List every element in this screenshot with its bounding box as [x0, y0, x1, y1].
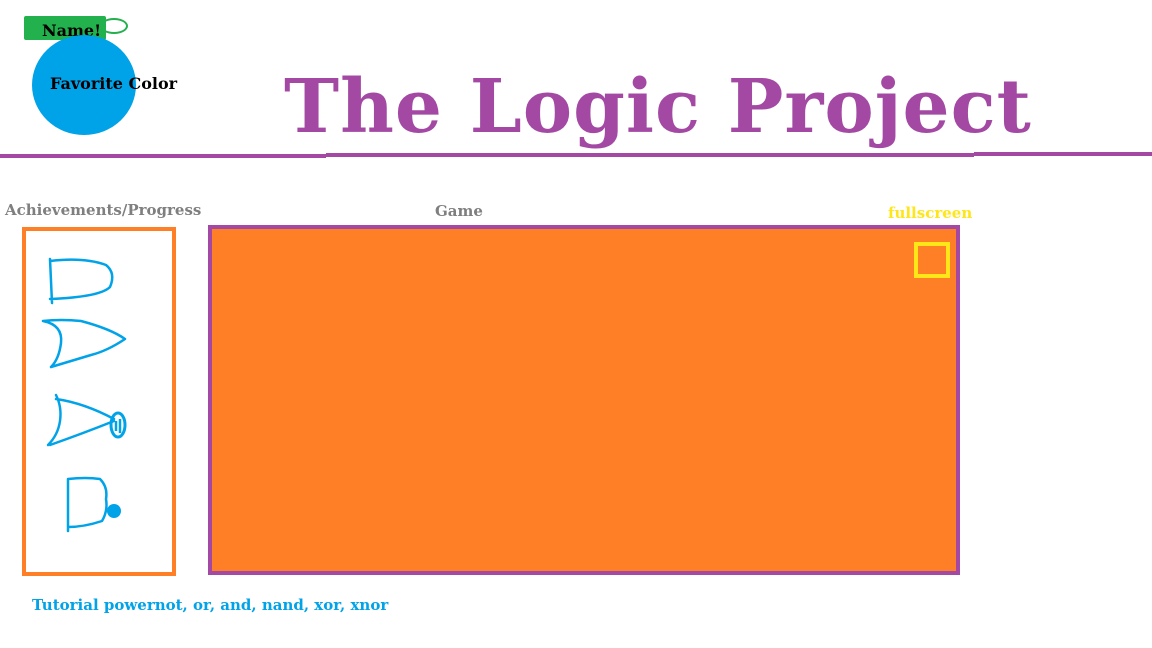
or-gate-icon[interactable] — [41, 315, 131, 373]
header-rule-middle — [326, 153, 974, 157]
tutorial-link[interactable]: Tutorial powernot, or, and, nand, xor, x… — [32, 595, 388, 615]
fullscreen-button[interactable] — [914, 242, 950, 278]
page-title: The Logic Project — [284, 64, 1032, 150]
achievements-panel — [22, 227, 176, 576]
header-rule-left — [0, 154, 326, 158]
and-gate-icon[interactable] — [44, 255, 119, 307]
favorite-color-label: Favorite Color — [50, 74, 178, 93]
nand-gate-icon[interactable] — [64, 475, 134, 535]
header-rule-right — [974, 152, 1152, 156]
name-tag-loop — [100, 18, 128, 34]
fullscreen-label: fullscreen — [888, 204, 973, 222]
game-canvas[interactable] — [208, 225, 960, 575]
game-label: Game — [435, 202, 483, 220]
nand-gate-icon[interactable] — [44, 393, 134, 453]
achievements-label: Achievements/Progress — [5, 201, 202, 219]
